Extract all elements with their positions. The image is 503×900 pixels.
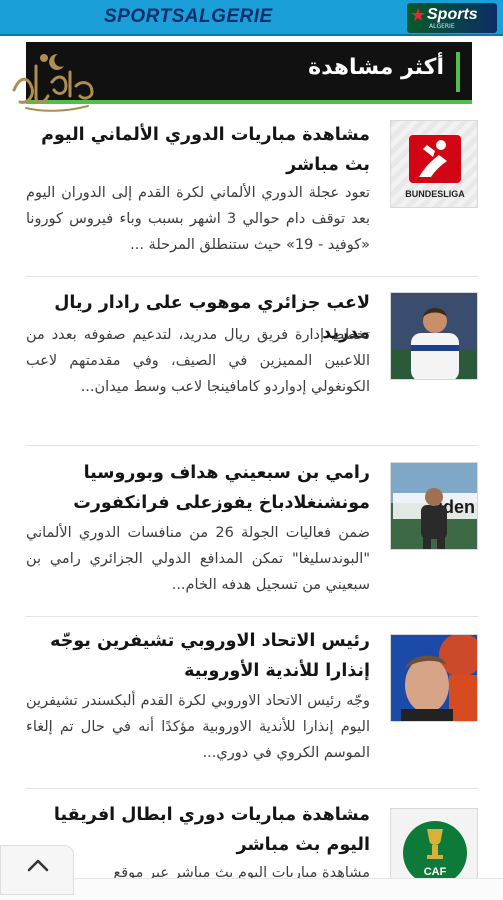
sports-logo-subtext: ALGERIE	[429, 23, 455, 30]
article-excerpt: ضمن فعاليات الجولة 26 من منافسات الدوري …	[26, 525, 370, 593]
article-thumbnail[interactable]: CAF	[390, 808, 478, 878]
article-thumbnail[interactable]	[390, 292, 478, 380]
player-photo	[391, 293, 477, 379]
chevron-up-icon	[27, 859, 49, 872]
article-excerpt: مشاهدة مباريات اليوم بث مباشر عبر موقع	[113, 865, 370, 878]
article-title[interactable]: رامي بن سبعيني هداف وبوروسيا مونشنغلادبا…	[26, 458, 370, 518]
sports-algerie-logo[interactable]: ★ Sports ALGERIE	[407, 3, 497, 33]
thumb-label: BUNDESLIGA	[405, 189, 465, 199]
article-divider	[26, 788, 478, 789]
site-brand[interactable]: SPORTSALGERIE	[104, 6, 273, 28]
article-divider	[26, 616, 478, 617]
article-divider	[26, 276, 478, 277]
scroll-to-top-button[interactable]	[0, 845, 74, 895]
article-title[interactable]: مشاهدة مباريات دوري ابطال افريقيا اليوم …	[26, 800, 370, 860]
top-bar: SPORTSALGERIE ★ Sports ALGERIE	[0, 0, 503, 36]
section-title: أكثر مشاهدة	[308, 55, 444, 80]
ramadan-calligraphy-logo	[12, 53, 94, 112]
article-excerpt: وجّه رئيس الاتحاد الاوروبي لكرة القدم أل…	[26, 693, 370, 761]
article-excerpt: تعود عجلة الدوري الألماني لكرة القدم إلى…	[26, 185, 370, 253]
article-thumbnail[interactable]: iden	[390, 462, 478, 550]
header-accent-bar	[456, 52, 460, 92]
thumb-label: CAF	[424, 866, 447, 878]
sports-logo-text: Sports	[427, 6, 478, 23]
caf-champions-league-logo: CAF	[391, 809, 477, 878]
article-title[interactable]: مشاهدة مباريات الدوري الألماني اليوم بث …	[26, 120, 370, 180]
article-card[interactable]: CAF مشاهدة مباريات دوري ابطال افريقيا ال…	[26, 794, 478, 878]
bottom-bar	[0, 878, 503, 900]
article-thumbnail[interactable]: BUNDESLIGA	[390, 120, 478, 208]
article-excerpt: تخطط إدارة فريق ريال مدريد، لتدعيم صفوفه…	[26, 327, 370, 395]
article-thumbnail[interactable]	[390, 634, 478, 722]
star-icon: ★	[410, 5, 427, 26]
article-divider	[26, 445, 478, 446]
article-title[interactable]: رئيس الاتحاد الاوروبي تشيفرين يوجّه إنذا…	[26, 626, 370, 686]
bundesliga-logo: BUNDESLIGA	[391, 121, 477, 207]
player-photo: iden	[391, 463, 477, 549]
portrait-photo	[391, 635, 477, 721]
